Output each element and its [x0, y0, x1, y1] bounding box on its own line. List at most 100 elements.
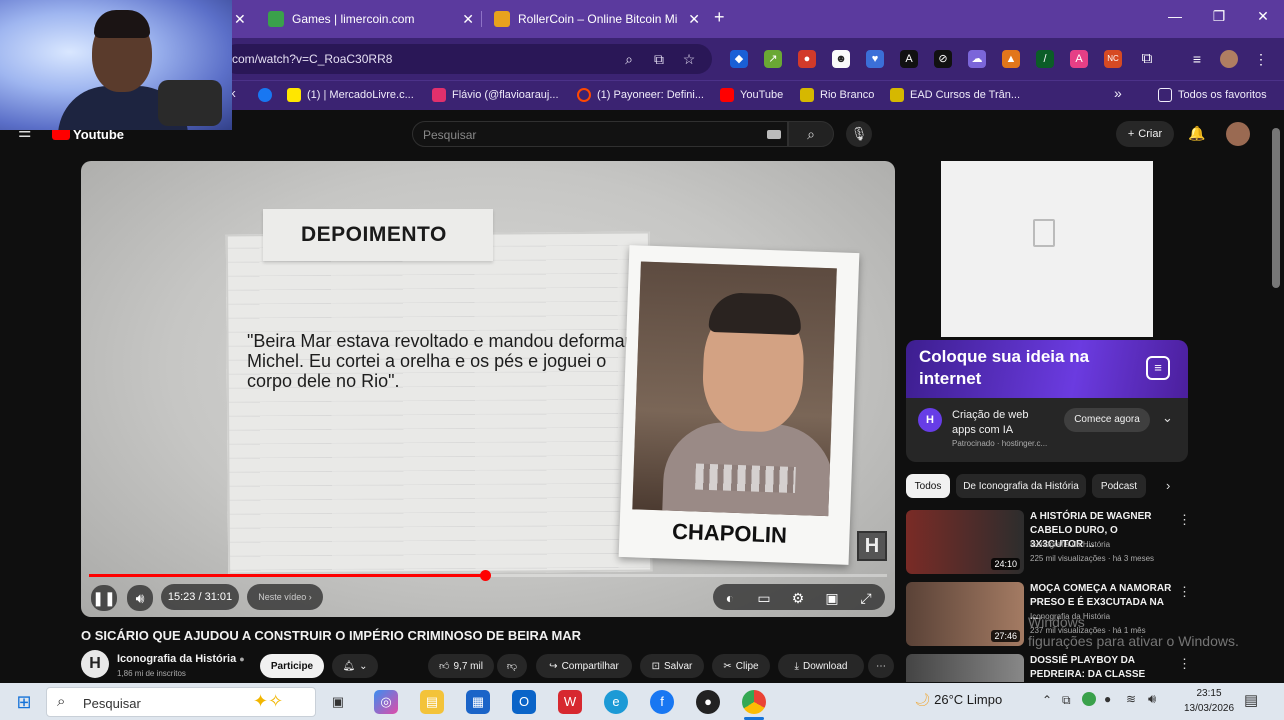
kebab-menu-icon[interactable]: ⋮ — [1178, 512, 1191, 528]
edge-icon[interactable]: e — [604, 690, 628, 714]
account-avatar[interactable] — [1226, 122, 1250, 146]
page-scrollbar[interactable] — [1272, 128, 1280, 288]
settings-gear-icon[interactable]: ⚙ — [787, 588, 809, 608]
extension-chart-icon[interactable]: ↗ — [764, 50, 782, 68]
extension-red-icon[interactable]: ● — [798, 50, 816, 68]
chip-channel[interactable]: De Iconografia da História — [956, 474, 1086, 498]
store-icon[interactable]: ▦ — [466, 690, 490, 714]
kebab-menu-icon[interactable]: ⋮ — [1178, 656, 1191, 672]
chevron-down-icon[interactable]: ⌄ — [1162, 410, 1173, 426]
extension-face-icon[interactable]: ☻ — [832, 50, 850, 68]
channel-name[interactable]: Iconografia da História ● — [117, 653, 245, 665]
file-explorer-icon[interactable]: ▤ — [420, 690, 444, 714]
tray-status-icon[interactable]: ● — [1104, 692, 1111, 706]
bookmark-mercadolivre[interactable]: (1) | MercadoLivre.c... — [287, 88, 414, 102]
extension-slash-icon[interactable]: / — [1036, 50, 1054, 68]
taskbar-search-input[interactable]: ⌕ Pesquisar ✦✧ — [46, 687, 316, 717]
bookmark-ead[interactable]: EAD Cursos de Trân... — [890, 88, 1020, 102]
close-icon[interactable]: ✕ — [462, 11, 474, 28]
chip-podcast[interactable]: Podcast — [1092, 474, 1146, 498]
notifications-bell-icon[interactable]: 🔔 — [1188, 125, 1205, 142]
tab-close-icon[interactable]: ✕ — [234, 11, 246, 28]
extension-fox-icon[interactable]: ▲ — [1002, 50, 1020, 68]
extension-heart-icon[interactable]: ♥ — [866, 50, 884, 68]
volume-icon[interactable]: 🔊︎ — [1148, 691, 1156, 707]
tab-rollercoin[interactable]: RollerCoin – Online Bitcoin Mi ✕ — [484, 4, 706, 34]
extension-nc-icon[interactable]: NC — [1104, 50, 1122, 68]
kebab-menu-icon[interactable]: ⋮ — [1178, 584, 1191, 600]
tray-green-icon[interactable] — [1082, 692, 1096, 706]
bookmarks-overflow-button[interactable]: » — [1114, 85, 1122, 101]
new-tab-button[interactable]: + — [714, 7, 725, 28]
voice-search-icon[interactable]: 🎙 — [846, 121, 872, 147]
notifications-icon[interactable]: ▤ — [1244, 691, 1258, 709]
media-queue-icon[interactable]: ≡ — [1188, 50, 1206, 68]
more-actions-button[interactable]: ⋯ — [868, 654, 894, 678]
chapter-button[interactable]: Neste vídeo › — [247, 584, 323, 610]
pause-icon[interactable]: ❚❚ — [91, 585, 117, 611]
recommendation-item[interactable]: DOSSIÊ PLAYBOY DA PEDREIRA: DA CLASSE MÉ… — [906, 654, 1196, 682]
windows-start-icon[interactable]: ⊞ — [12, 690, 36, 714]
sponsored-ad[interactable]: Coloque sua ideia na internet ≡ H Criaçã… — [906, 340, 1188, 462]
extension-cloud-icon[interactable]: ☁ — [968, 50, 986, 68]
video-player[interactable]: DEPOIMENTO "Beira Mar estava revoltado e… — [81, 161, 895, 617]
save-button[interactable]: ⊡ Salvar — [640, 654, 704, 678]
join-button[interactable]: Participe — [260, 654, 324, 678]
autoplay-toggle-icon[interactable]: ◐ — [719, 588, 741, 608]
recommendation-item[interactable]: 24:10 A HISTÓRIA DE WAGNER CABELO DURO, … — [906, 510, 1196, 576]
omnibox[interactable]: com/watch?v=C_RoaC30RR8 ⌕ ⧉ ☆ — [222, 44, 712, 74]
ad-menu-icon[interactable]: ≡ — [1146, 356, 1170, 380]
create-button[interactable]: + Criar — [1116, 121, 1174, 147]
progress-scrubber[interactable] — [480, 570, 491, 581]
tray-app-icon[interactable]: ⧉ — [1062, 693, 1071, 708]
ad-placeholder[interactable] — [941, 161, 1153, 337]
chevron-right-icon[interactable]: › — [1166, 478, 1170, 493]
menu-dots-icon[interactable]: ⋮ — [1252, 50, 1270, 68]
install-app-icon[interactable]: ⧉ — [650, 50, 668, 68]
bookmark-payoneer[interactable]: (1) Payoneer: Defini... — [577, 88, 704, 102]
all-bookmarks-button[interactable]: Todos os favoritos — [1158, 88, 1267, 102]
bookmark-riobranco[interactable]: Rio Branco — [800, 88, 874, 102]
extension-a-icon[interactable]: A — [900, 50, 918, 68]
profile-avatar-icon[interactable] — [1220, 50, 1238, 68]
extension-link-icon[interactable]: ⊘ — [934, 50, 952, 68]
maximize-button[interactable]: ❐ — [1204, 8, 1234, 25]
subtitles-icon[interactable]: ▭ — [753, 588, 775, 608]
fullscreen-icon[interactable]: ⤢ — [855, 588, 877, 608]
extensions-puzzle-icon[interactable]: ⧉ — [1138, 50, 1156, 68]
clock[interactable]: 23:15 13/03/2026 — [1180, 686, 1238, 716]
share-button[interactable]: ↪ Compartilhar — [536, 654, 632, 678]
close-window-button[interactable]: ✕ — [1248, 8, 1278, 25]
zoom-icon[interactable]: ⌕ — [620, 50, 638, 68]
subscribed-bell-button[interactable]: 🔔︎ ⌄ — [332, 654, 378, 678]
chip-all[interactable]: Todos — [906, 474, 950, 498]
like-button[interactable]: 👍︎ 9,7 mil — [428, 654, 494, 678]
bookmark-instagram[interactable]: Flávio (@flavioarauj... — [432, 88, 559, 102]
search-button[interactable]: ⌕ — [788, 121, 834, 147]
chrome-icon[interactable] — [742, 690, 766, 714]
minimize-button[interactable]: — — [1160, 8, 1190, 24]
dislike-button[interactable]: 👎︎ — [497, 654, 527, 678]
bookmark-youtube[interactable]: YouTube — [720, 88, 783, 102]
facebook-app-icon[interactable]: f — [650, 690, 674, 714]
copilot-icon[interactable]: ◎ — [374, 690, 398, 714]
task-view-icon[interactable]: ▣ — [326, 690, 350, 714]
wps-icon[interactable]: W — [558, 690, 582, 714]
search-input[interactable]: Pesquisar — [412, 121, 788, 147]
wifi-icon[interactable]: ≋ — [1126, 692, 1136, 706]
close-icon[interactable]: ✕ — [688, 11, 700, 28]
theater-mode-icon[interactable]: ▣ — [821, 588, 843, 608]
weather-widget[interactable]: 🌙︎ 26°C Limpo — [914, 692, 1002, 708]
volume-icon[interactable]: 🔊︎ — [127, 585, 153, 611]
extension-shield-icon[interactable]: ◆ — [730, 50, 748, 68]
bookmark-star-icon[interactable]: ☆ — [680, 50, 698, 68]
tray-chevron-up-icon[interactable]: ⌃ — [1042, 693, 1052, 707]
extension-pink-icon[interactable]: A — [1070, 50, 1088, 68]
ad-cta-button[interactable]: Comece agora — [1064, 408, 1150, 432]
outlook-icon[interactable]: O — [512, 690, 536, 714]
app-icon[interactable]: ● — [696, 690, 720, 714]
keyboard-icon[interactable] — [767, 130, 781, 139]
tab-limercoin[interactable]: Games | limercoin.com ✕ — [258, 4, 482, 34]
download-button[interactable]: ⤓ Download — [778, 654, 864, 678]
clip-button[interactable]: ✂ Clipe — [712, 654, 770, 678]
